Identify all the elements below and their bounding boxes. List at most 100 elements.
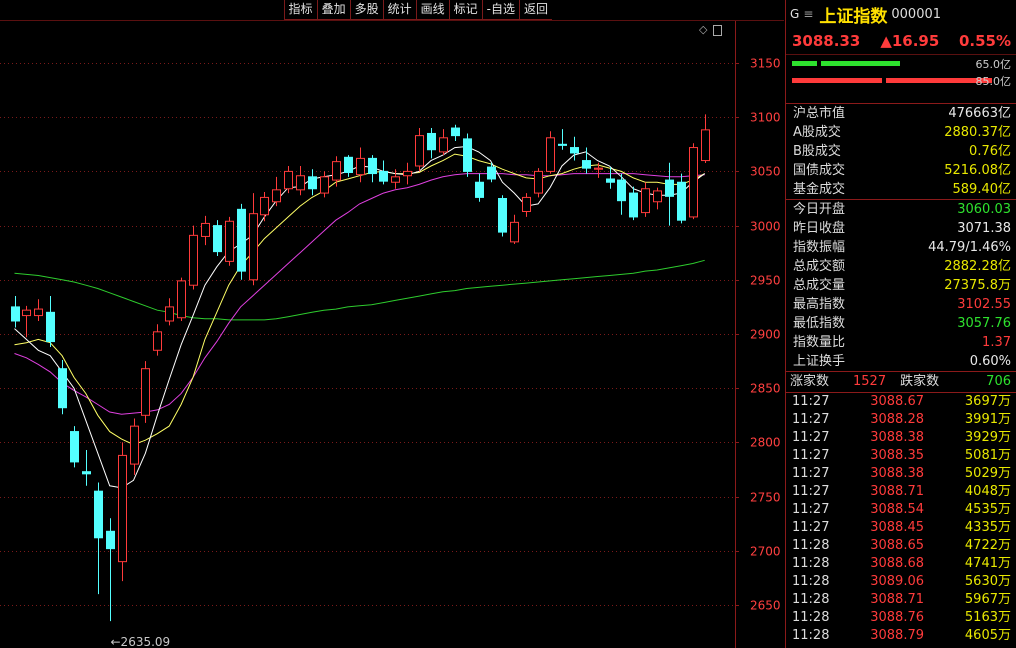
market-turnover-row: 沪总市值 476663亿	[786, 104, 1016, 123]
window-toggle-icon[interactable]	[713, 24, 723, 36]
candle-body-up	[165, 306, 174, 322]
y-tick-label: 2750	[750, 491, 781, 505]
candle-body-up	[141, 368, 150, 416]
candle-body-up	[153, 331, 162, 351]
index-stats-section: 今日开盘 3060.03 昨日收盘 3071.38 指数振幅 44.79/1.46% 总成交…	[786, 200, 1016, 372]
tick-time: 11:27	[792, 466, 830, 481]
kline-canvas[interactable]: 2650 2700 2750 2800 2850 2900 2950 3000 3050 3100…	[0, 0, 784, 648]
diamond-icon[interactable]: ◇	[699, 23, 707, 36]
index-stat-value: 3071.38	[957, 221, 1011, 236]
tick-volume: 4741万	[964, 556, 1011, 571]
toolbar-overlay-button[interactable]: 叠加	[316, 0, 350, 20]
tick-time: 11:28	[792, 610, 830, 625]
toolbar-stats-button[interactable]: 统计	[382, 0, 416, 20]
candle-body-down	[237, 208, 246, 272]
tick-price: 3088.71	[870, 484, 924, 499]
ma-line-green	[14, 259, 705, 321]
tick-volume: 5081万	[964, 448, 1011, 463]
tick-time: 11:27	[792, 520, 830, 535]
toolbar-mark-button[interactable]: 标记	[448, 0, 482, 20]
index-stat-label: 最高指数	[793, 297, 846, 312]
tick-price: 3088.67	[870, 394, 924, 409]
tick-time: 11:27	[792, 394, 830, 409]
tick-row[interactable]: 11:28 3088.71 5967万	[786, 591, 1016, 609]
tick-volume: 5967万	[964, 592, 1011, 607]
tick-volume: 3929万	[964, 430, 1011, 445]
market-turnover-row: B股成交 0.76亿	[786, 142, 1016, 161]
tick-row[interactable]: 11:27 3088.54 4535万	[786, 501, 1016, 519]
candle-body-up	[249, 213, 258, 281]
low-annotation: ←2635.09	[111, 635, 171, 648]
candle-body-up	[415, 135, 424, 167]
tick-row[interactable]: 11:27 3088.45 4335万	[786, 519, 1016, 537]
toolbar-multi-stock-button[interactable]: 多股	[349, 0, 383, 20]
toolbar-back-button[interactable]: 返回	[518, 0, 552, 20]
tick-row[interactable]: 11:27 3088.71 4048万	[786, 483, 1016, 501]
candle-body-up	[534, 170, 543, 194]
candle-body-up	[34, 308, 43, 317]
tick-row[interactable]: 11:27 3088.67 3697万	[786, 393, 1016, 411]
kline-chart[interactable]: 2650 2700 2750 2800 2850 2900 2950 3000 3050 3100…	[0, 0, 784, 648]
price-change-pct: 0.55%	[958, 32, 1011, 50]
candle-body-down	[606, 178, 615, 183]
index-stat-value: 0.60%	[969, 354, 1011, 369]
market-turnover-value: 2880.37亿	[944, 125, 1011, 140]
index-stat-row: 总成交额 2882.28亿	[786, 257, 1016, 276]
tick-list[interactable]: 11:27 3088.67 3697万 11:27 3088.28 3991万 11:27 3…	[786, 393, 1016, 645]
up-count-label: 涨家数	[790, 374, 830, 389]
candle-body-down	[11, 306, 20, 322]
tick-row[interactable]: 11:27 3088.38 3929万	[786, 429, 1016, 447]
tick-volume: 4335万	[964, 520, 1011, 535]
toolbar-draw-line-button[interactable]: 画线	[415, 0, 449, 20]
tick-row[interactable]: 11:27 3088.28 3991万	[786, 411, 1016, 429]
chart-controls: ◇	[699, 23, 723, 36]
index-stat-label: 上证换手	[793, 354, 846, 369]
candle-body-down	[368, 157, 377, 175]
candle-body-up	[177, 280, 186, 319]
tick-row[interactable]: 11:28 3088.76 5163万	[786, 609, 1016, 627]
candle-body-up	[701, 129, 710, 162]
toolbar-remove-watchlist-button[interactable]: -自选	[481, 0, 519, 20]
brand-g-icon[interactable]: G	[790, 7, 799, 21]
toolbar-indicator-button[interactable]: 指标	[283, 0, 317, 20]
index-stat-value: 27375.8万	[944, 278, 1011, 293]
up-count: 1527	[853, 374, 887, 389]
tick-row[interactable]: 11:28 3088.79 4605万	[786, 627, 1016, 645]
index-stat-value: 3057.76	[957, 316, 1011, 331]
y-tick-label: 2950	[750, 274, 781, 288]
index-stat-row: 昨日收盘 3071.38	[786, 219, 1016, 238]
tick-price: 3088.28	[870, 412, 924, 427]
candle-body-up	[320, 176, 329, 194]
candle-body-down	[427, 132, 436, 151]
tick-price: 3088.76	[870, 610, 924, 625]
tick-price: 3088.65	[870, 538, 924, 553]
index-stat-label: 最低指数	[793, 316, 846, 331]
candle-body-up	[225, 220, 234, 262]
market-turnover-value: 476663亿	[948, 106, 1011, 121]
candle-body-down	[629, 192, 638, 218]
tick-row[interactable]: 11:28 3089.06 5630万	[786, 573, 1016, 591]
menu-icon[interactable]: ≡	[803, 7, 813, 21]
tick-row[interactable]: 11:27 3088.38 5029万	[786, 465, 1016, 483]
market-turnover-value: 589.40亿	[952, 182, 1012, 197]
index-stat-label: 指数量比	[793, 335, 846, 350]
candle-body-down	[463, 138, 472, 172]
flow-bar-green-2	[821, 61, 900, 66]
index-stat-label: 指数振幅	[793, 240, 846, 255]
index-stat-row: 指数振幅 44.79/1.46%	[786, 238, 1016, 257]
tick-time: 11:28	[792, 574, 830, 589]
tick-row[interactable]: 11:28 3088.65 4722万	[786, 537, 1016, 555]
market-turnover-label: B股成交	[793, 144, 841, 159]
market-turnover-value: 0.76亿	[969, 144, 1011, 159]
tick-row[interactable]: 11:28 3088.68 4741万	[786, 555, 1016, 573]
tick-volume: 3991万	[964, 412, 1011, 427]
candle-body-up	[332, 161, 341, 181]
market-turnover-row: 国债成交 5216.08亿	[786, 161, 1016, 180]
index-stat-row: 今日开盘 3060.03	[786, 200, 1016, 219]
index-code: 000001	[891, 6, 942, 22]
tick-price: 3089.06	[870, 574, 924, 589]
tick-row[interactable]: 11:27 3088.35 5081万	[786, 447, 1016, 465]
candle-body-up	[22, 309, 31, 317]
tick-volume: 4048万	[964, 484, 1011, 499]
tick-price: 3088.38	[870, 466, 924, 481]
